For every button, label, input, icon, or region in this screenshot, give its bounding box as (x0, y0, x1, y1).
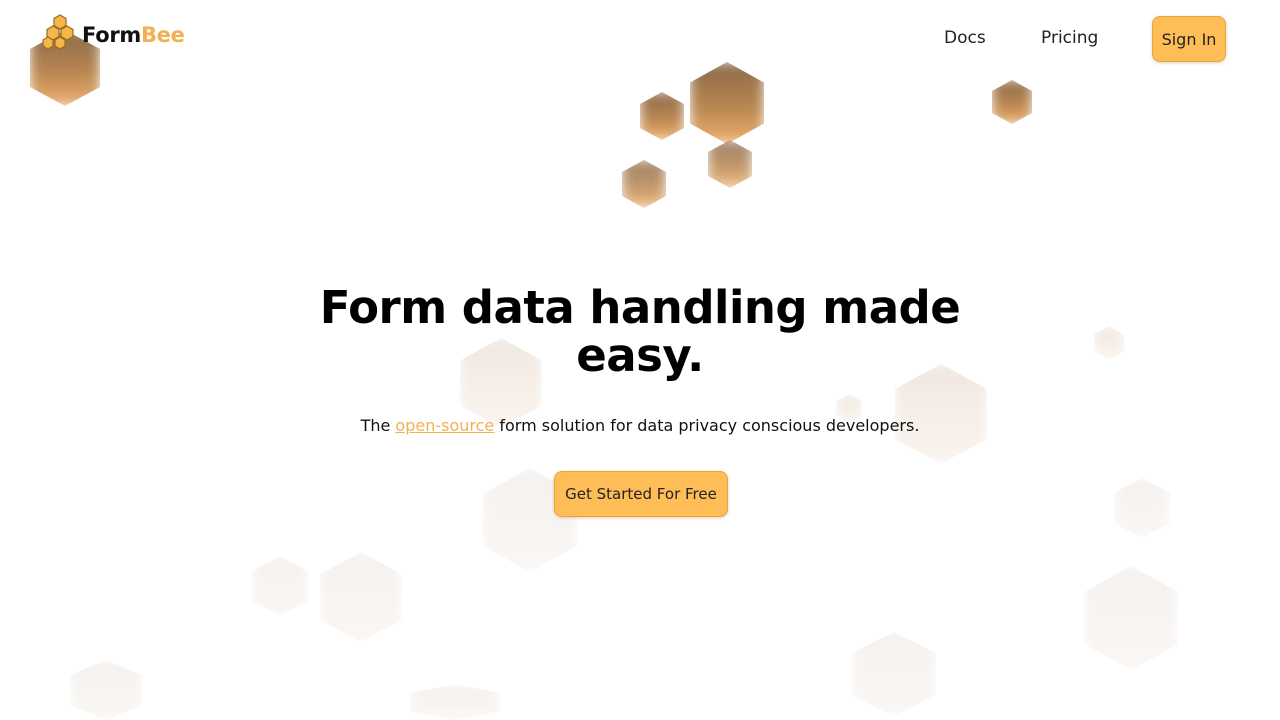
hexagon-decoration (852, 632, 936, 716)
hexagon-decoration (640, 92, 684, 140)
top-navigation-bar: FormBee Docs Pricing Sign In (0, 0, 1280, 76)
brand-name-part2: Bee (140, 23, 185, 47)
hexagon-decoration (1114, 478, 1170, 538)
hexagon-decoration (992, 80, 1032, 124)
hexagon-decoration (622, 160, 666, 208)
hexagon-decoration (320, 552, 402, 642)
sign-in-button[interactable]: Sign In (1152, 16, 1226, 62)
hero-title-line1: Form data handling made (319, 281, 961, 334)
open-source-link[interactable]: open-source (395, 416, 494, 435)
brand-name-part1: Form (82, 23, 141, 47)
hexagon-decoration (708, 140, 752, 188)
hexagon-decoration (1084, 566, 1178, 670)
nav-docs-link[interactable]: Docs (944, 28, 986, 48)
brand-name: FormBee (82, 23, 185, 47)
subtitle-prefix: The (360, 416, 396, 435)
honeycomb-icon (42, 14, 78, 56)
hero-subtitle: The open-source form solution for data p… (0, 416, 1280, 435)
hexagon-decoration (252, 556, 308, 616)
brand-logo[interactable]: FormBee (42, 14, 185, 56)
hexagon-decoration (70, 660, 142, 720)
hero-title-line2: easy. (576, 329, 704, 382)
nav-pricing-link[interactable]: Pricing (1041, 28, 1098, 48)
get-started-button[interactable]: Get Started For Free (554, 471, 728, 517)
hero-title: Form data handling made easy. (0, 284, 1280, 380)
subtitle-suffix: form solution for data privacy conscious… (494, 416, 920, 435)
hexagon-decoration (410, 684, 500, 720)
